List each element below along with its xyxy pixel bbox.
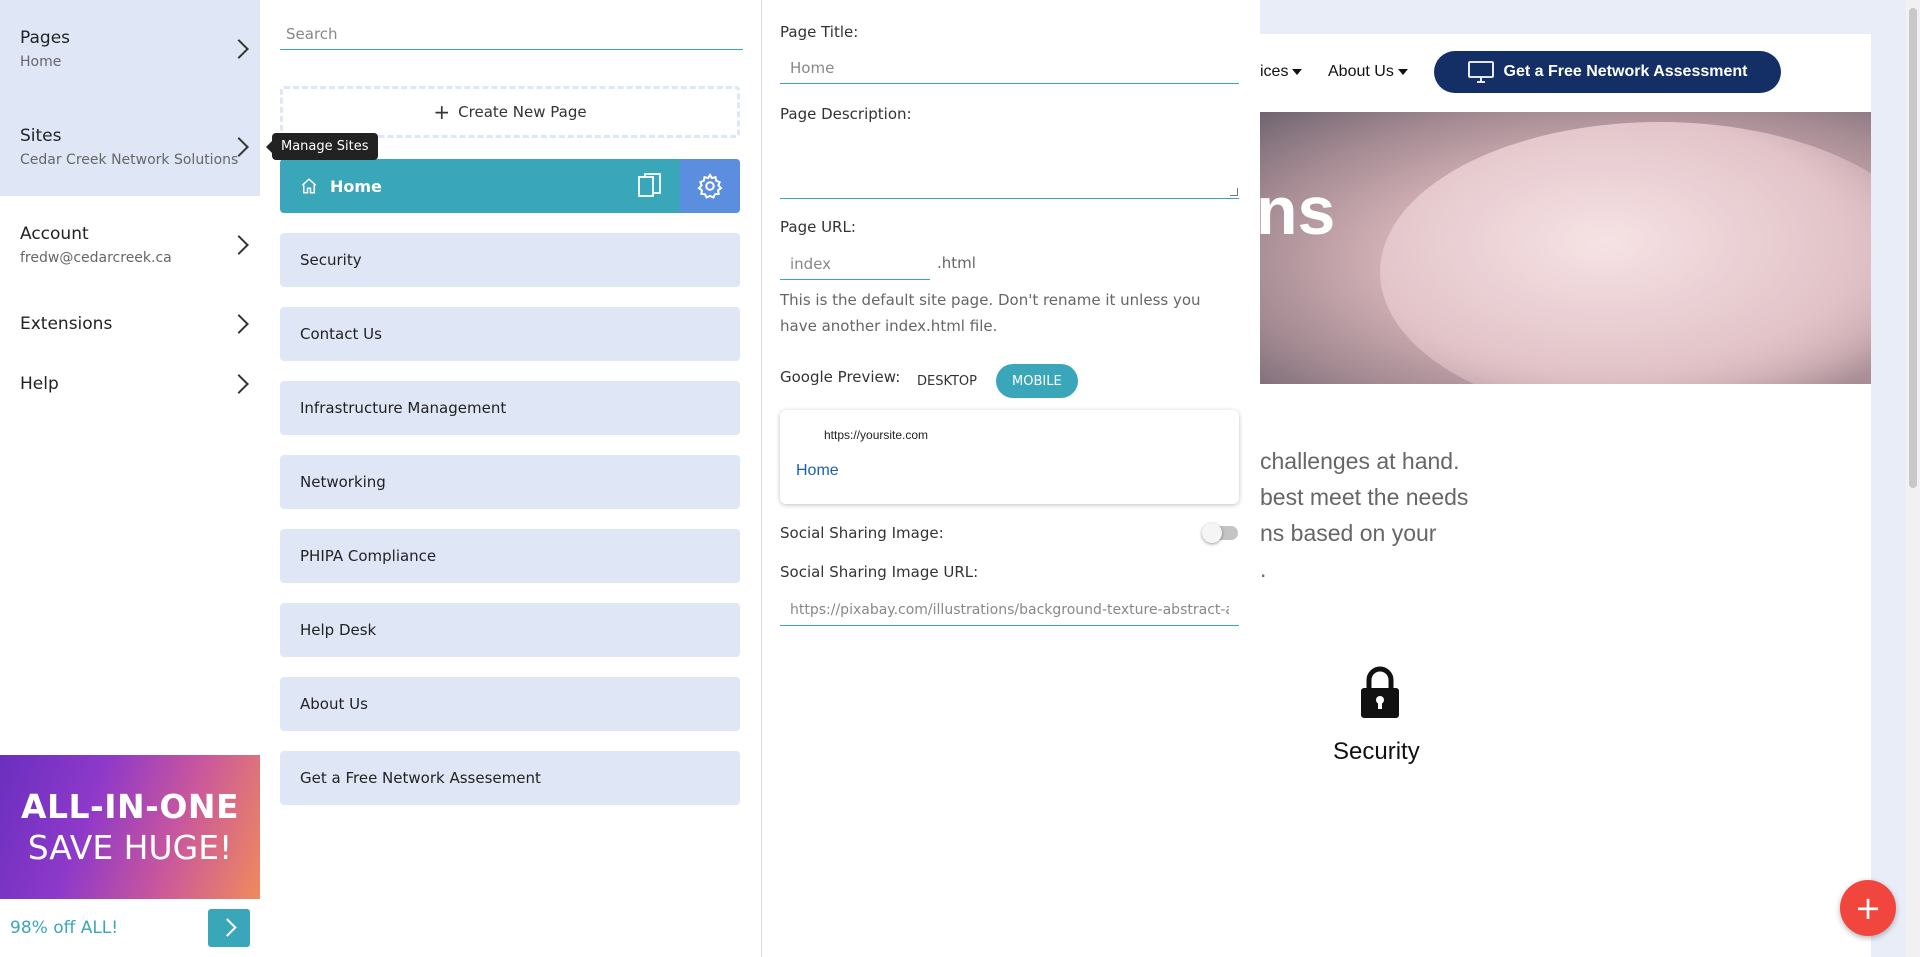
scrollbar[interactable] — [1906, 0, 1920, 957]
tab-mobile[interactable]: MOBILE — [996, 364, 1078, 398]
nav-item-title: Help — [20, 374, 59, 394]
manage-sites-tooltip: Manage Sites — [272, 133, 378, 160]
site-preview: ices About Us Get a Free Network Assessm… — [1260, 34, 1871, 957]
page-row-contact-us[interactable]: Contact Us — [280, 307, 740, 361]
social-image-url-input[interactable] — [780, 594, 1239, 626]
preview-title: Home — [796, 462, 839, 479]
nav-item-subtitle: Cedar Creek Network Solutions — [20, 152, 239, 168]
site-nav-about-label: About Us — [1328, 63, 1394, 80]
plus-icon: + — [433, 100, 451, 124]
page-title-label: Page Title: — [780, 23, 859, 41]
page-row-about-us[interactable]: About Us — [280, 677, 740, 731]
promo-headline: ALL-IN-ONE — [20, 787, 240, 826]
promo-bar: 98% off ALL! — [0, 899, 260, 957]
lock-icon — [1358, 666, 1402, 724]
caret-down-icon — [1292, 68, 1303, 75]
google-preview-card: https://yoursite.com Home — [780, 410, 1239, 504]
nav-item-pages[interactable]: Pages Home — [0, 0, 260, 98]
page-row-label: Contact Us — [300, 325, 382, 343]
page-description-label: Page Description: — [780, 105, 912, 123]
url-suffix: .html — [937, 254, 976, 272]
cta-label: Get a Free Network Assessment — [1503, 63, 1748, 80]
page-row-label: Networking — [300, 473, 386, 491]
page-settings-button[interactable] — [680, 159, 740, 213]
site-nav-services[interactable]: ices — [1260, 63, 1303, 81]
social-image-toggle[interactable] — [1202, 523, 1238, 543]
page-row-infrastructure-management[interactable]: Infrastructure Management — [280, 381, 740, 435]
nav-item-sites[interactable]: Sites Cedar Creek Network Solutions — [0, 98, 260, 196]
promo-subheadline: SAVE HUGE! — [27, 828, 233, 867]
free-assessment-button[interactable]: Get a Free Network Assessment — [1434, 51, 1781, 93]
nav-item-title: Sites — [20, 126, 62, 146]
monitor-icon — [1467, 61, 1494, 83]
hero-image: ns — [1260, 112, 1871, 384]
home-icon — [280, 177, 320, 195]
page-row-free-network-assessment[interactable]: Get a Free Network Assesement — [280, 751, 740, 805]
tab-desktop[interactable]: DESKTOP — [907, 364, 987, 398]
body-text-line: ns based on your — [1260, 520, 1437, 546]
create-new-page-button[interactable]: + Create New Page — [280, 86, 740, 138]
feature-security-label: Security — [1333, 738, 1420, 765]
nav-item-help[interactable]: Help — [0, 354, 260, 414]
nav-item-account[interactable]: Account fredw@cedarcreek.ca — [0, 196, 260, 294]
page-row-security[interactable]: Security — [280, 233, 740, 287]
page-row-label: Home — [330, 176, 382, 196]
page-row-label: Infrastructure Management — [300, 399, 507, 417]
nav-item-subtitle: Home — [20, 54, 62, 70]
promo-offer-text: 98% off ALL! — [10, 918, 119, 938]
body-text-line: best meet the needs — [1260, 484, 1469, 510]
site-nav-services-label: ices — [1260, 63, 1289, 80]
page-row-label: Help Desk — [300, 621, 377, 639]
nav-item-title: Extensions — [20, 314, 113, 334]
add-fab-button[interactable]: + — [1840, 880, 1896, 936]
hero-photo-shape — [1380, 122, 1871, 384]
hero-heading-fragment: ns — [1260, 173, 1336, 249]
search-input[interactable] — [280, 18, 743, 50]
body-text-line: . — [1260, 556, 1267, 582]
page-row-home[interactable]: Home — [280, 159, 740, 213]
page-row-label: PHIPA Compliance — [300, 547, 437, 565]
page-row-label: Get a Free Network Assesement — [300, 769, 541, 787]
copy-icon — [638, 173, 661, 197]
google-preview-label: Google Preview: — [780, 368, 901, 386]
nav-item-extensions[interactable]: Extensions — [0, 294, 260, 354]
site-nav-about[interactable]: About Us — [1328, 63, 1408, 81]
nav-item-title: Pages — [20, 28, 71, 48]
caret-down-icon — [1397, 68, 1408, 75]
social-image-label: Social Sharing Image: — [780, 524, 944, 542]
scrollbar-thumb[interactable] — [1909, 8, 1917, 488]
site-nav: ices About Us Get a Free Network Assessm… — [1260, 34, 1871, 112]
duplicate-page-button[interactable] — [620, 159, 680, 213]
page-url-input[interactable] — [780, 248, 930, 280]
nav-item-title: Account — [20, 224, 89, 244]
preview-url: https://yoursite.com — [824, 428, 929, 442]
page-row-phipa-compliance[interactable]: PHIPA Compliance — [280, 529, 740, 583]
promo-banner[interactable]: ALL-IN-ONE SAVE HUGE! — [0, 755, 260, 899]
nav-item-subtitle: fredw@cedarcreek.ca — [20, 250, 172, 266]
url-help-text: This is the default site page. Don't ren… — [780, 291, 1201, 335]
page-settings-panel: Page Title: Page Description: Page URL: … — [761, 0, 1260, 957]
page-url-label: Page URL: — [780, 218, 856, 236]
page-row-help-desk[interactable]: Help Desk — [280, 603, 740, 657]
plus-icon: + — [1854, 889, 1882, 927]
page-description-textarea[interactable] — [780, 131, 1239, 199]
page-row-label: Security — [300, 251, 362, 269]
gear-icon — [697, 172, 723, 199]
page-row-networking[interactable]: Networking — [280, 455, 740, 509]
page-row-label: About Us — [300, 695, 368, 713]
page-title-input[interactable] — [780, 52, 1239, 84]
body-text-line: challenges at hand. — [1260, 448, 1460, 474]
create-page-label: Create New Page — [458, 103, 587, 121]
resize-grip-icon[interactable] — [1230, 188, 1238, 196]
promo-arrow-button[interactable] — [208, 909, 250, 947]
social-image-url-label: Social Sharing Image URL: — [780, 563, 979, 581]
